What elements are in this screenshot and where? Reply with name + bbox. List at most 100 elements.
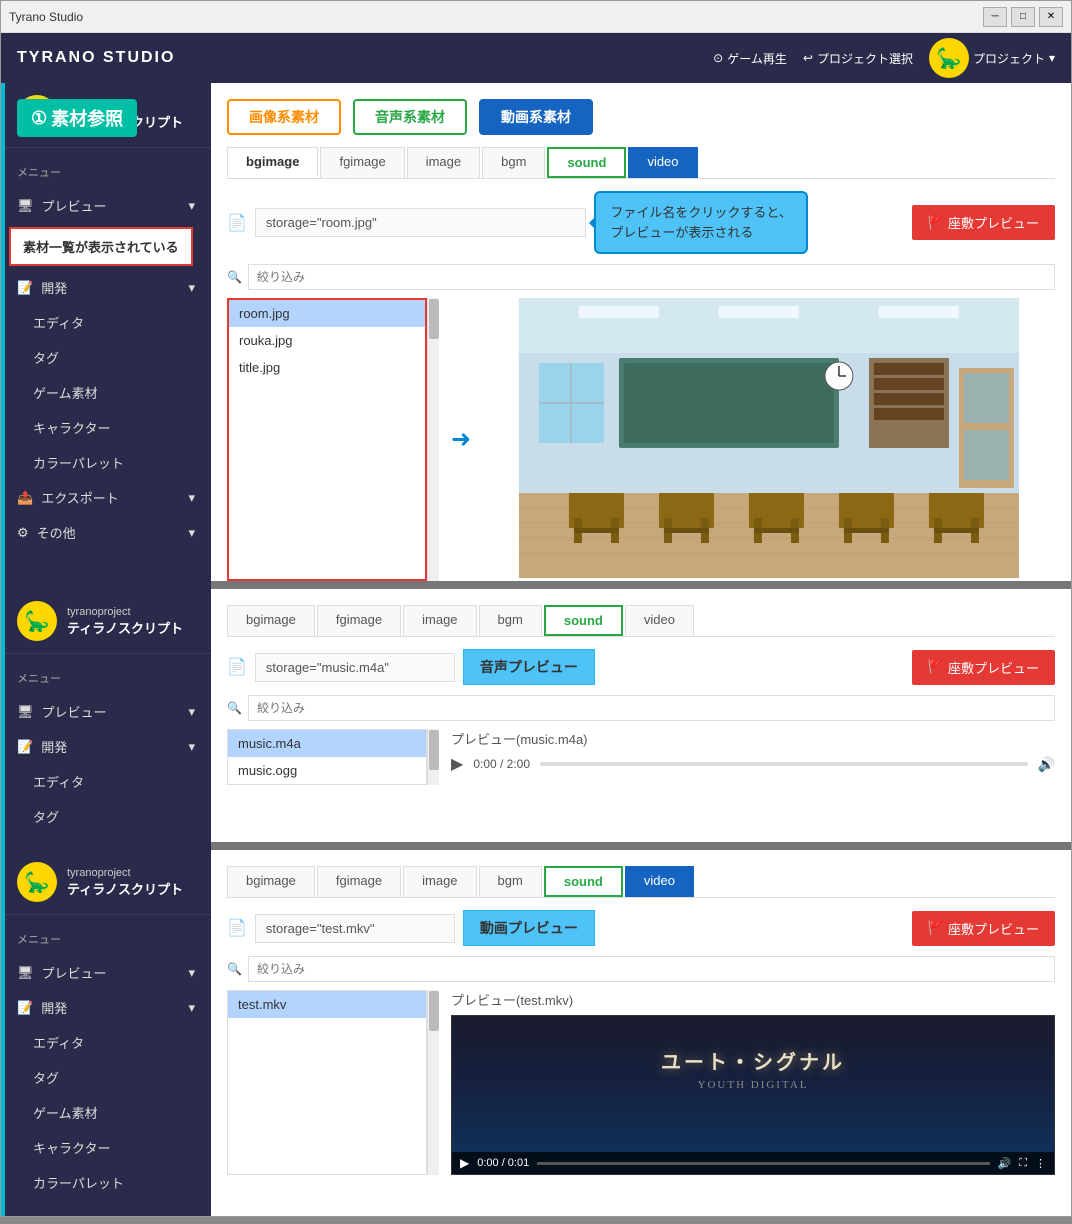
user-avatar: 🦕 — [929, 38, 969, 78]
game-play-button[interactable]: ⊙ ゲーム再生 — [713, 50, 787, 67]
chevron-icon6: ▾ — [188, 739, 195, 755]
sidebar-item-preview[interactable]: 🖥 プレビュー ▾ — [1, 188, 211, 223]
sub-tab-bgm[interactable]: bgm — [482, 147, 545, 178]
storage-input-panel3[interactable] — [255, 914, 455, 943]
sidebar2-preview[interactable]: 🖥 プレビュー ▾ — [1, 694, 211, 729]
other-icon: ⚙ — [17, 525, 29, 541]
file-item-music-ogg[interactable]: music.ogg — [228, 757, 426, 784]
app-header: TYRANO STUDIO ⊙ ゲーム再生 ↩ プロジェクト選択 🦕 プロジェク… — [1, 33, 1071, 83]
file-item-rouka[interactable]: rouka.jpg — [229, 327, 425, 354]
tab-group-row: 画像系素材 音声系素材 動画系素材 — [227, 99, 1055, 135]
p2-sub-tab-bgm[interactable]: bgm — [479, 605, 542, 636]
sidebar-item-game-material[interactable]: ゲーム素材 — [1, 375, 211, 410]
dev-icon: 📝 — [17, 280, 33, 296]
files-preview-row2: music.m4a music.ogg プレビュー(music.m4a) ▶ 0… — [227, 729, 1055, 785]
preview-btn-panel1[interactable]: 🚩 座敷プレビュー — [912, 205, 1055, 240]
title-bar: Tyrano Studio ─ □ ✕ — [1, 1, 1071, 33]
file-list-scrollbar3[interactable] — [427, 990, 439, 1175]
filter-input-panel1[interactable] — [248, 264, 1055, 290]
sidebar2-editor[interactable]: エディタ — [1, 764, 211, 799]
sidebar3-preview[interactable]: 🖥 プレビュー ▾ — [1, 955, 211, 990]
play-icon: ⊙ — [713, 51, 723, 65]
sidebar-item-character[interactable]: キャラクター — [1, 410, 211, 445]
p2-sub-tab-image[interactable]: image — [403, 605, 476, 636]
p3-sub-tab-bgm[interactable]: bgm — [479, 866, 542, 897]
sidebar3-dev[interactable]: 📝 開発 ▾ — [1, 990, 211, 1025]
project-menu-button[interactable]: 🦕 プロジェクト ▾ — [929, 38, 1055, 78]
storage-input-panel2[interactable] — [255, 653, 455, 682]
audio-progress-bar[interactable] — [540, 762, 1028, 766]
sidebar3-tag[interactable]: タグ — [1, 1060, 211, 1095]
sub-tab-image[interactable]: image — [407, 147, 480, 178]
sidebar2-section: メニュー — [1, 662, 211, 694]
sidebar2-tag[interactable]: タグ — [1, 799, 211, 834]
video-fullscreen-button[interactable]: ⛶ — [1019, 1157, 1027, 1170]
folder-icon: ↩ — [803, 51, 813, 65]
flag-icon3: 🚩 — [928, 920, 944, 936]
sub-tab-sound[interactable]: sound — [547, 147, 626, 178]
p3-sub-tab-sound[interactable]: sound — [544, 866, 623, 897]
audio-volume-icon[interactable]: 🔊 — [1038, 756, 1055, 773]
p2-sub-tab-bgimage[interactable]: bgimage — [227, 605, 315, 636]
tab-group-audio[interactable]: 音声系素材 — [353, 99, 467, 135]
p3-sub-tab-bgimage[interactable]: bgimage — [227, 866, 315, 897]
maximize-button[interactable]: □ — [1011, 7, 1035, 27]
sidebar3-editor[interactable]: エディタ — [1, 1025, 211, 1060]
preview-btn-panel2[interactable]: 🚩 座敷プレビュー — [912, 650, 1055, 685]
file-item-test-mkv[interactable]: test.mkv — [228, 991, 426, 1018]
file-item-room[interactable]: room.jpg — [229, 300, 425, 327]
video-play-button[interactable]: ▶ — [460, 1156, 469, 1170]
sub-tab-bgimage[interactable]: bgimage — [227, 147, 318, 178]
file-list-container: room.jpg rouka.jpg title.jpg — [227, 298, 439, 581]
p3-sub-tab-video[interactable]: video — [625, 866, 694, 897]
minimize-button[interactable]: ─ — [983, 7, 1007, 27]
sidebar3-game-material[interactable]: ゲーム素材 — [1, 1095, 211, 1130]
scrollbar-thumb3[interactable] — [429, 991, 439, 1031]
project-select-button[interactable]: ↩ プロジェクト選択 — [803, 50, 913, 67]
file-list-scrollbar2[interactable] — [427, 729, 439, 785]
p2-sub-tab-video[interactable]: video — [625, 605, 694, 636]
video-preview-label-text: プレビュー(test.mkv) — [451, 990, 1055, 1009]
p3-sub-tab-image[interactable]: image — [403, 866, 476, 897]
sidebar-item-dev[interactable]: 📝 開発 ▾ — [1, 270, 211, 305]
preview-btn-panel3[interactable]: 🚩 座敷プレビュー — [912, 911, 1055, 946]
tab-group-image[interactable]: 画像系素材 — [227, 99, 341, 135]
sidebar-item-color-palette[interactable]: カラーパレット — [1, 445, 211, 480]
file-item-music-m4a[interactable]: music.m4a — [228, 730, 426, 757]
file-item-title[interactable]: title.jpg — [229, 354, 425, 381]
video-more-button[interactable]: ⋮ — [1035, 1157, 1046, 1170]
sidebar3-character[interactable]: キャラクター — [1, 1130, 211, 1165]
sub-tab-video[interactable]: video — [628, 147, 697, 178]
chevron-icon3: ▾ — [188, 490, 195, 506]
p2-sub-tab-fgimage[interactable]: fgimage — [317, 605, 401, 636]
tooltip-bubble: ファイル名をクリックすると、 プレビューが表示される — [594, 191, 807, 254]
sidebar-item-tag[interactable]: タグ — [1, 340, 211, 375]
tab-group-video[interactable]: 動画系素材 — [479, 99, 593, 135]
sidebar3-color-palette[interactable]: カラーパレット — [1, 1165, 211, 1200]
filter-input-panel2[interactable] — [248, 695, 1055, 721]
storage-input-panel1[interactable] — [255, 208, 586, 237]
filter-row-panel2: 🔍 — [227, 695, 1055, 721]
panel3-content: bgimage fgimage image bgm sound video 📄 … — [211, 850, 1071, 1216]
scrollbar-thumb2[interactable] — [429, 730, 439, 770]
video-subtitle-text: YOUTH DIGITAL — [452, 1079, 1054, 1091]
sub-tab-fgimage[interactable]: fgimage — [320, 147, 404, 178]
video-progress-bar[interactable] — [537, 1162, 989, 1165]
filter-input-panel3[interactable] — [248, 956, 1055, 982]
sidebar2-dev[interactable]: 📝 開発 ▾ — [1, 729, 211, 764]
video-controls-bar: ▶ 0:00 / 0:01 🔊 ⛶ ⋮ — [452, 1152, 1054, 1174]
sidebar-item-editor[interactable]: エディタ — [1, 305, 211, 340]
p3-sub-tab-fgimage[interactable]: fgimage — [317, 866, 401, 897]
sidebar-item-other[interactable]: ⚙ その他 ▾ — [1, 515, 211, 550]
sidebar3: 🦕 tyranoproject ティラノスクリプト メニュー 🖥 プレビュー ▾… — [1, 850, 211, 1216]
sidebar-item-export[interactable]: 📤 エクスポート ▾ — [1, 480, 211, 515]
sub-tabs-panel3: bgimage fgimage image bgm sound video — [227, 866, 1055, 898]
file-list-scrollbar[interactable] — [427, 298, 439, 581]
audio-preview-label: プレビュー(music.m4a) — [451, 729, 1055, 748]
p2-sub-tab-sound[interactable]: sound — [544, 605, 623, 636]
video-volume-icon[interactable]: 🔊 — [998, 1157, 1012, 1170]
chevron-icon7: ▾ — [188, 965, 195, 981]
close-button[interactable]: ✕ — [1039, 7, 1063, 27]
scrollbar-thumb[interactable] — [429, 299, 439, 339]
audio-play-button[interactable]: ▶ — [451, 754, 463, 774]
